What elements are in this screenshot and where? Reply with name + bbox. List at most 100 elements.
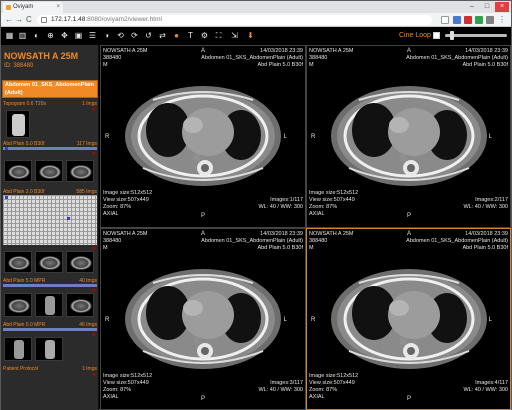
series-thumbnail[interactable] (6, 110, 30, 138)
viewport[interactable]: NOWSATH A 25M 388480 M A 14/03/2018 23:39 Abd… (306, 45, 511, 228)
zoom-icon[interactable]: ⊕ (46, 31, 55, 40)
orientation-left: R (311, 317, 316, 323)
pan-icon[interactable]: ✥ (60, 31, 69, 40)
series-thumbnail[interactable] (4, 337, 32, 361)
scroll-icon[interactable]: ☰ (88, 31, 97, 40)
series-thumbnail[interactable] (35, 293, 63, 317)
window-level-icon[interactable]: ◐ (32, 31, 41, 40)
selected-marker (5, 147, 8, 150)
series-thumbnail[interactable] (4, 293, 32, 317)
favicon-icon (6, 5, 11, 10)
overlay-study: Abdomen 01_SKS_AbdomenPlain (Adult) (201, 238, 303, 244)
orientation-right: L (488, 134, 492, 140)
overlay-patient-id: 388480 (103, 238, 122, 244)
overlay-patient-name: NOWSATH A 25M (103, 231, 148, 237)
overlay-patient-name: NOWSATH A 25M (309, 231, 354, 237)
cine-speed-slider-handle[interactable] (450, 31, 454, 40)
overlay-patient-id: 388480 (309, 55, 328, 61)
extension-icon[interactable] (486, 16, 494, 24)
overlay-image-size: Image size:512x512 (309, 373, 359, 379)
overlay-patient-id: 388480 (309, 238, 328, 244)
series-thumbnail[interactable] (4, 160, 32, 182)
reset-icon[interactable]: ↺ (144, 31, 153, 40)
invert-icon[interactable]: ◑ (102, 31, 111, 40)
flip-icon[interactable]: ⇄ (158, 31, 167, 40)
overlay-window-level: WL: 40 / WW: 300 (463, 204, 508, 210)
overlay-patient-sex: M (103, 62, 108, 68)
series-item[interactable]: Patient Protocol 1 Imgs (3, 366, 97, 372)
close-icon[interactable]: ⊗ (92, 151, 96, 157)
viewport-active[interactable]: NOWSATH A 25M 388480 M A 14/03/2018 23:39 Abd… (306, 228, 511, 410)
overlay-series: Abd Plain 5.0 B30f (257, 62, 303, 68)
series-thumbnail[interactable] (66, 251, 94, 273)
tab-close-icon[interactable]: × (56, 2, 60, 13)
back-button[interactable]: ← (5, 15, 13, 25)
maximize-button[interactable]: □ (480, 2, 494, 12)
url-host: 172.17.1.48 (51, 16, 86, 23)
series-thumbnail[interactable] (66, 293, 94, 317)
move-icon[interactable]: ▣ (74, 31, 83, 40)
orientation-bottom: P (407, 396, 412, 402)
ct-thumb-image (39, 165, 61, 179)
overlay-date: 14/03/2018 23:39 (465, 48, 508, 54)
series-load-grid (3, 195, 97, 245)
fullscreen-icon[interactable]: ⛶ (214, 31, 223, 40)
settings-icon[interactable]: ⚙ (200, 31, 209, 40)
series-icon[interactable]: ▥ (18, 31, 27, 40)
orientation-bottom: P (407, 213, 412, 219)
download-icon[interactable]: ⬇ (246, 31, 255, 40)
minimize-button[interactable]: – (465, 2, 479, 12)
ct-axial-image (125, 86, 281, 186)
rotate-left-icon[interactable]: ⟲ (116, 31, 125, 40)
series-thumbnail[interactable] (35, 337, 63, 361)
layout-icon[interactable]: ▦ (5, 31, 14, 40)
viewport[interactable]: NOWSATH A 25M 388480 M A 14/03/2018 23:39 Abd… (100, 228, 306, 410)
close-icon[interactable]: ⊗ (92, 332, 96, 338)
text-icon[interactable]: T (186, 31, 195, 40)
orientation-top: A (201, 48, 206, 54)
ct-axial-image (125, 269, 281, 369)
viewport[interactable]: NOWSATH A 25M 388480 M A 14/03/2018 23:39 Abd… (100, 45, 306, 228)
series-thumbnail[interactable] (66, 160, 94, 182)
ct-axial-image (331, 269, 487, 369)
extension-icon[interactable] (475, 16, 483, 24)
extension-icon[interactable] (453, 16, 461, 24)
ct-thumb-image (8, 299, 30, 313)
url-field[interactable]: 172.17.1.48:8080/oviyam2/viewer.html (37, 15, 432, 25)
page-info-icon[interactable] (41, 17, 47, 23)
close-icon[interactable]: ⊗ (92, 107, 96, 113)
measure-icon[interactable]: ● (172, 31, 181, 40)
series-thumbnail[interactable] (4, 251, 32, 273)
close-icon[interactable]: ⊗ (92, 372, 96, 378)
overlay-series: Abd Plain 5.0 B30f (257, 245, 303, 251)
window-controls: – □ × (465, 2, 509, 12)
close-button[interactable]: × (495, 2, 509, 12)
bookmark-star-icon[interactable] (441, 16, 449, 24)
series-thumbnail[interactable] (35, 251, 63, 273)
study-header[interactable]: Abdomen 01_SKS_AbdomenPlain (Adult) (2, 80, 98, 98)
image-viewer: NOWSATH A 25M 388480 M A 14/03/2018 23:39 Abd… (100, 45, 511, 410)
selected-marker (5, 196, 8, 199)
forward-button[interactable]: → (15, 15, 23, 25)
overlay-window-level: WL: 40 / WW: 300 (463, 387, 508, 393)
ct-thumb-image (8, 165, 30, 179)
rotate-right-icon[interactable]: ⟳ (130, 31, 139, 40)
cine-loop-label: Cine Loop (399, 32, 431, 39)
browser-tab[interactable]: Oviyam × (3, 2, 63, 13)
overlay-plane: AXIAL (103, 211, 119, 217)
series-item[interactable]: Topogram 0.6 T20s 1 Imgs (3, 101, 97, 107)
orientation-bottom: P (201, 213, 206, 219)
ct-thumb-image (70, 165, 92, 179)
series-thumbnail[interactable] (35, 160, 63, 182)
cine-loop-checkbox[interactable] (433, 32, 440, 39)
overlay-images: Images:2/117 (475, 197, 508, 203)
overlay-zoom: Zoom: 87% (103, 204, 132, 210)
orientation-bottom: P (201, 396, 206, 402)
cine-speed-slider[interactable] (445, 34, 507, 37)
export-icon[interactable]: ⇲ (230, 31, 239, 40)
menu-icon[interactable]: ⋮ (498, 16, 506, 24)
overlay-patient-name: NOWSATH A 25M (103, 48, 148, 54)
reload-button[interactable]: C (26, 15, 32, 25)
overlay-window-level: WL: 40 / WW: 300 (258, 204, 303, 210)
extension-icon[interactable] (464, 16, 472, 24)
